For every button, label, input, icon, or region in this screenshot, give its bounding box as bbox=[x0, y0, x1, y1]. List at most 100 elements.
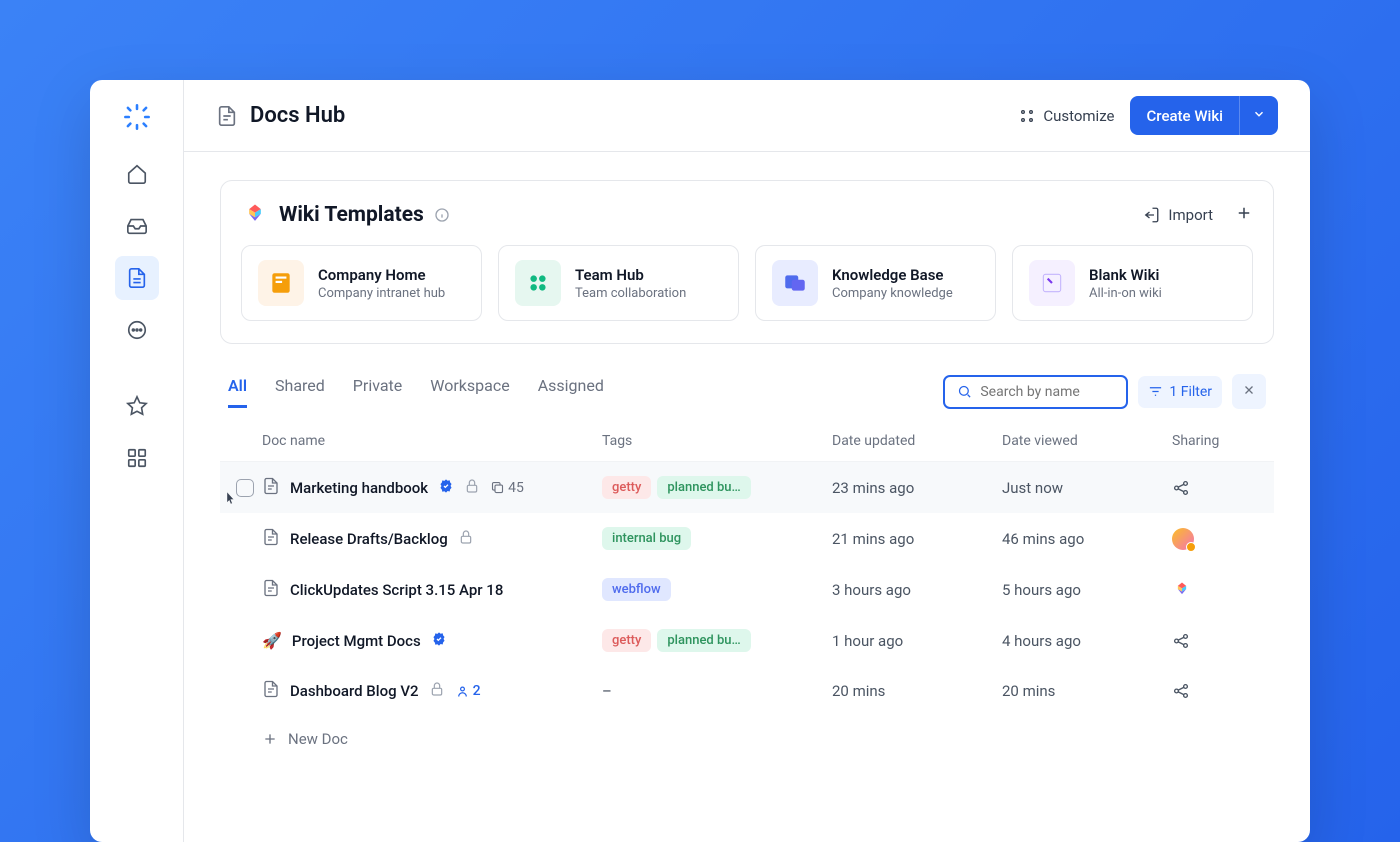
content: Wiki Templates Import bbox=[184, 152, 1310, 842]
tag: webflow bbox=[602, 578, 671, 601]
template-name: Knowledge Base bbox=[832, 266, 953, 284]
template-name: Team Hub bbox=[575, 266, 686, 284]
row-tags: – bbox=[602, 682, 832, 700]
filter-button[interactable]: 1 Filter bbox=[1138, 376, 1222, 408]
template-sub: Team collaboration bbox=[575, 286, 686, 301]
table-row[interactable]: Marketing handbook 45 getty planned bu… 2… bbox=[220, 462, 1274, 513]
import-button[interactable]: Import bbox=[1142, 206, 1213, 224]
template-name: Company Home bbox=[318, 266, 445, 284]
tab-all[interactable]: All bbox=[228, 376, 247, 408]
filter-icon bbox=[1148, 384, 1163, 399]
plus-icon bbox=[1235, 204, 1253, 222]
templates-card: Wiki Templates Import bbox=[220, 180, 1274, 344]
home-icon[interactable] bbox=[115, 152, 159, 196]
main: Docs Hub Customize Create Wiki bbox=[184, 80, 1310, 842]
clickup-logo-icon bbox=[241, 201, 269, 229]
doc-type-icon bbox=[262, 528, 280, 550]
info-icon[interactable] bbox=[434, 207, 450, 223]
template-name: Blank Wiki bbox=[1089, 266, 1162, 284]
lock-icon bbox=[429, 681, 445, 701]
sidebar bbox=[90, 80, 184, 842]
row-updated: 1 hour ago bbox=[832, 632, 1002, 650]
search-input-wrap[interactable] bbox=[943, 375, 1128, 409]
row-updated: 21 mins ago bbox=[832, 530, 1002, 548]
tab-shared[interactable]: Shared bbox=[275, 376, 325, 408]
doc-icon bbox=[216, 105, 238, 127]
more-icon[interactable] bbox=[115, 308, 159, 352]
row-tags: getty planned bu… bbox=[602, 476, 832, 499]
column-name: Doc name bbox=[262, 433, 602, 449]
customize-label: Customize bbox=[1043, 107, 1114, 125]
template-icon bbox=[515, 260, 561, 306]
row-updated: 3 hours ago bbox=[832, 581, 1002, 599]
template-sub: Company intranet hub bbox=[318, 286, 445, 301]
inbox-icon[interactable] bbox=[115, 204, 159, 248]
avatar[interactable] bbox=[1172, 528, 1194, 550]
docs-table: Doc name Tags Date updated Date viewed S… bbox=[220, 421, 1274, 762]
row-viewed: 20 mins bbox=[1002, 682, 1172, 700]
header: Docs Hub Customize Create Wiki bbox=[184, 80, 1310, 152]
row-tags: internal bug bbox=[602, 527, 832, 550]
import-icon bbox=[1142, 206, 1160, 224]
template-sub: Company knowledge bbox=[832, 286, 953, 301]
template-item[interactable]: Team Hub Team collaboration bbox=[498, 245, 739, 321]
tab-private[interactable]: Private bbox=[353, 376, 402, 408]
templates-title: Wiki Templates bbox=[279, 203, 424, 227]
column-tags: Tags bbox=[602, 433, 832, 449]
table-row[interactable]: ClickUpdates Script 3.15 Apr 18 webflow … bbox=[220, 564, 1274, 615]
template-item[interactable]: Blank Wiki All-in-on wiki bbox=[1012, 245, 1253, 321]
tab-assigned[interactable]: Assigned bbox=[538, 376, 604, 408]
lock-icon bbox=[464, 478, 480, 498]
doc-name: ClickUpdates Script 3.15 Apr 18 bbox=[290, 581, 503, 599]
doc-name: Dashboard Blog V2 bbox=[290, 682, 419, 700]
app-logo bbox=[120, 100, 154, 134]
verified-icon bbox=[431, 631, 447, 651]
verified-icon bbox=[438, 478, 454, 498]
table-row[interactable]: Dashboard Blog V2 2 – 20 mins 20 mins bbox=[220, 666, 1274, 716]
copy-count: 45 bbox=[490, 480, 524, 496]
template-icon bbox=[772, 260, 818, 306]
template-item[interactable]: Knowledge Base Company knowledge bbox=[755, 245, 996, 321]
row-tags: webflow bbox=[602, 578, 832, 601]
row-sharing[interactable] bbox=[1172, 479, 1266, 497]
create-wiki-dropdown[interactable] bbox=[1239, 96, 1278, 135]
table-row[interactable]: Release Drafts/Backlog internal bug 21 m… bbox=[220, 513, 1274, 564]
doc-type-icon bbox=[262, 477, 280, 499]
close-icon bbox=[1242, 383, 1256, 397]
row-viewed: 5 hours ago bbox=[1002, 581, 1172, 599]
customize-icon bbox=[1019, 108, 1035, 124]
doc-type-icon bbox=[262, 579, 280, 601]
plus-icon bbox=[262, 731, 278, 747]
docs-icon[interactable] bbox=[115, 256, 159, 300]
grid-icon[interactable] bbox=[115, 436, 159, 480]
tag: planned bu… bbox=[657, 476, 750, 499]
table-row[interactable]: 🚀 Project Mgmt Docs gettyplanned bu… 1 h… bbox=[220, 615, 1274, 666]
template-icon bbox=[1029, 260, 1075, 306]
filter-label: 1 Filter bbox=[1169, 384, 1212, 400]
row-updated: 23 mins ago bbox=[832, 479, 1002, 497]
page-title: Docs Hub bbox=[250, 103, 345, 128]
row-sharing[interactable] bbox=[1172, 632, 1266, 650]
customize-button[interactable]: Customize bbox=[1019, 107, 1114, 125]
row-sharing[interactable] bbox=[1172, 682, 1266, 700]
star-icon[interactable] bbox=[115, 384, 159, 428]
template-item[interactable]: Company Home Company intranet hub bbox=[241, 245, 482, 321]
row-sharing[interactable] bbox=[1172, 528, 1266, 550]
tab-workspace[interactable]: Workspace bbox=[430, 376, 509, 408]
tag: getty bbox=[602, 476, 651, 499]
new-doc-button[interactable]: New Doc bbox=[220, 716, 1274, 762]
add-template-button[interactable] bbox=[1235, 204, 1253, 226]
filter-close-button[interactable] bbox=[1232, 374, 1266, 409]
create-wiki-button[interactable]: Create Wiki bbox=[1130, 96, 1278, 135]
people-count: 2 bbox=[455, 683, 481, 699]
column-viewed: Date viewed bbox=[1002, 433, 1172, 449]
search-input[interactable] bbox=[980, 384, 1114, 400]
chevron-down-icon bbox=[1252, 107, 1266, 121]
row-updated: 20 mins bbox=[832, 682, 1002, 700]
doc-type-icon bbox=[262, 680, 280, 702]
row-viewed: 4 hours ago bbox=[1002, 632, 1172, 650]
row-sharing[interactable] bbox=[1172, 580, 1266, 600]
doc-name: Release Drafts/Backlog bbox=[290, 530, 448, 548]
row-viewed: Just now bbox=[1002, 479, 1172, 497]
doc-name: Marketing handbook bbox=[290, 479, 428, 497]
